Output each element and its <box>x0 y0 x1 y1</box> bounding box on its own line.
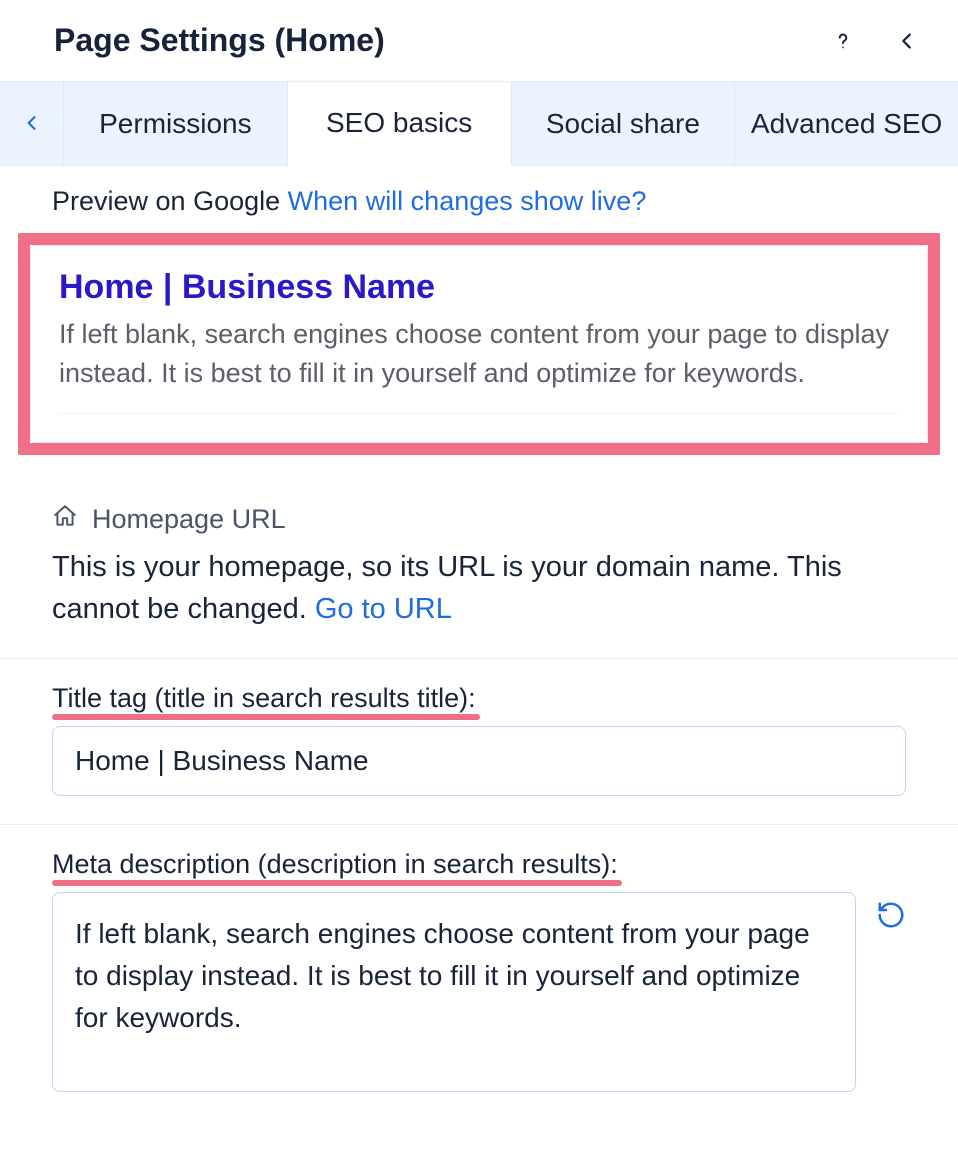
tab-seo-basics[interactable]: SEO basics <box>288 82 512 166</box>
title-tag-section: Title tag (title in search results title… <box>0 659 958 825</box>
tab-social-share[interactable]: Social share <box>512 82 736 165</box>
tab-permissions[interactable]: Permissions <box>64 82 288 165</box>
homepage-url-section: Homepage URL This is your homepage, so i… <box>0 481 958 659</box>
tabs-back-button[interactable] <box>0 82 64 165</box>
preview-label-row: Preview on Google When will changes show… <box>0 166 958 233</box>
preview-title: Home | Business Name <box>59 268 899 307</box>
reset-icon[interactable] <box>876 892 906 935</box>
preview-description: If left blank, search engines choose con… <box>59 315 899 414</box>
homepage-url-description: This is your homepage, so its URL is you… <box>52 546 906 630</box>
go-to-url-link[interactable]: Go to URL <box>315 593 452 625</box>
meta-description-label: Meta description (description in search … <box>52 849 618 880</box>
homepage-url-label: Homepage URL <box>92 504 286 535</box>
google-preview-card: Home | Business Name If left blank, sear… <box>30 245 928 443</box>
preview-help-link[interactable]: When will changes show live? <box>288 186 647 216</box>
page-title: Page Settings (Home) <box>54 22 830 59</box>
tab-advanced-seo[interactable]: Advanced SEO <box>735 82 958 165</box>
highlight-underline <box>52 714 480 720</box>
preview-label: Preview on Google <box>52 186 280 216</box>
meta-description-textarea[interactable] <box>52 892 856 1092</box>
highlight-underline <box>52 880 622 886</box>
title-tag-input[interactable] <box>52 726 906 796</box>
title-tag-label: Title tag (title in search results title… <box>52 683 476 714</box>
chevron-left-icon[interactable] <box>896 30 918 52</box>
help-icon[interactable] <box>830 28 856 54</box>
home-icon <box>52 503 78 536</box>
preview-highlight-frame: Home | Business Name If left blank, sear… <box>18 233 940 455</box>
meta-description-section: Meta description (description in search … <box>0 825 958 1120</box>
tabs: Permissions SEO basics Social share Adva… <box>0 81 958 166</box>
panel-header: Page Settings (Home) <box>0 0 958 81</box>
header-actions <box>830 28 918 54</box>
